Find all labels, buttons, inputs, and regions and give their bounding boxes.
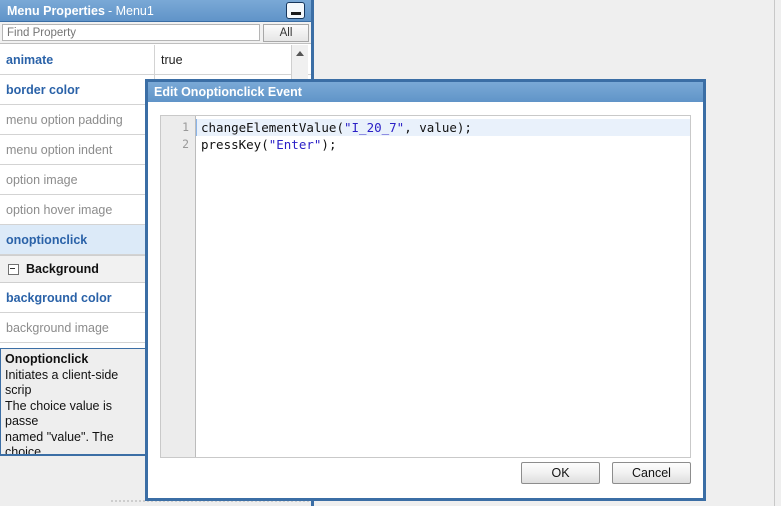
code-token: pressKey( (201, 137, 269, 152)
property-name: animate (0, 45, 155, 74)
dialog-body: 12 changeElementValue("I_20_7", value); p… (148, 102, 703, 498)
search-input[interactable] (2, 24, 260, 41)
tooltip-line-2: The choice value is passe (5, 398, 113, 429)
code-token: , value); (404, 120, 472, 135)
property-help-tooltip: Onoptionclick Initiates a client-side sc… (0, 348, 146, 455)
property-name: background color (0, 283, 155, 312)
properties-titlebar: Menu Properties - Menu1 (0, 0, 311, 22)
scroll-up-arrow-icon[interactable] (292, 45, 308, 61)
minimize-icon[interactable] (286, 2, 305, 19)
collapse-icon[interactable] (8, 263, 19, 275)
code-editor[interactable]: 12 changeElementValue("I_20_7", value); p… (160, 115, 691, 458)
property-name: option image (0, 165, 155, 194)
property-name: border color (0, 75, 155, 104)
tooltip-line-1: Initiates a client-side scrip (5, 367, 119, 398)
code-string-token: "Enter" (268, 137, 322, 152)
property-name: option hover image (0, 195, 155, 224)
code-lines[interactable]: changeElementValue("I_20_7", value); pres… (196, 116, 690, 457)
minimize-dash (290, 12, 301, 15)
dialog-titlebar: Edit Onoptionclick Event (148, 82, 703, 102)
line-number: 2 (182, 137, 189, 151)
tooltip-line-3: named "value". The choice (5, 429, 114, 455)
property-row[interactable]: animate true (0, 45, 311, 75)
property-name: menu option padding (0, 105, 155, 134)
code-gutter: 12 (161, 116, 196, 457)
tooltip-title: Onoptionclick (5, 352, 89, 366)
code-line[interactable]: pressKey("Enter"); (196, 136, 690, 153)
all-button[interactable]: All (263, 23, 309, 42)
edit-event-dialog: Edit Onoptionclick Event 12 changeElemen… (145, 79, 706, 501)
code-line[interactable]: changeElementValue("I_20_7", value); (196, 119, 690, 136)
find-property-row: All (0, 22, 311, 44)
property-name: menu option indent (0, 135, 155, 164)
properties-title: Menu Properties (7, 3, 105, 18)
property-value[interactable]: true (155, 45, 311, 74)
page-scrollbar[interactable] (774, 0, 781, 506)
dialog-title: Edit Onoptionclick Event (154, 85, 302, 99)
dialog-button-bar: OK Cancel (521, 462, 691, 484)
cancel-button[interactable]: Cancel (612, 462, 691, 484)
property-name: onoptionclick (6, 232, 88, 247)
code-token: ); (321, 137, 337, 152)
property-name: background image (0, 313, 155, 342)
line-number: 1 (182, 120, 189, 134)
ok-button[interactable]: OK (521, 462, 600, 484)
code-token: changeElementValue( (201, 120, 344, 135)
code-string-token: "I_20_7" (344, 120, 405, 135)
property-group-label: Background (26, 262, 99, 276)
properties-title-object: - Menu1 (107, 3, 154, 18)
